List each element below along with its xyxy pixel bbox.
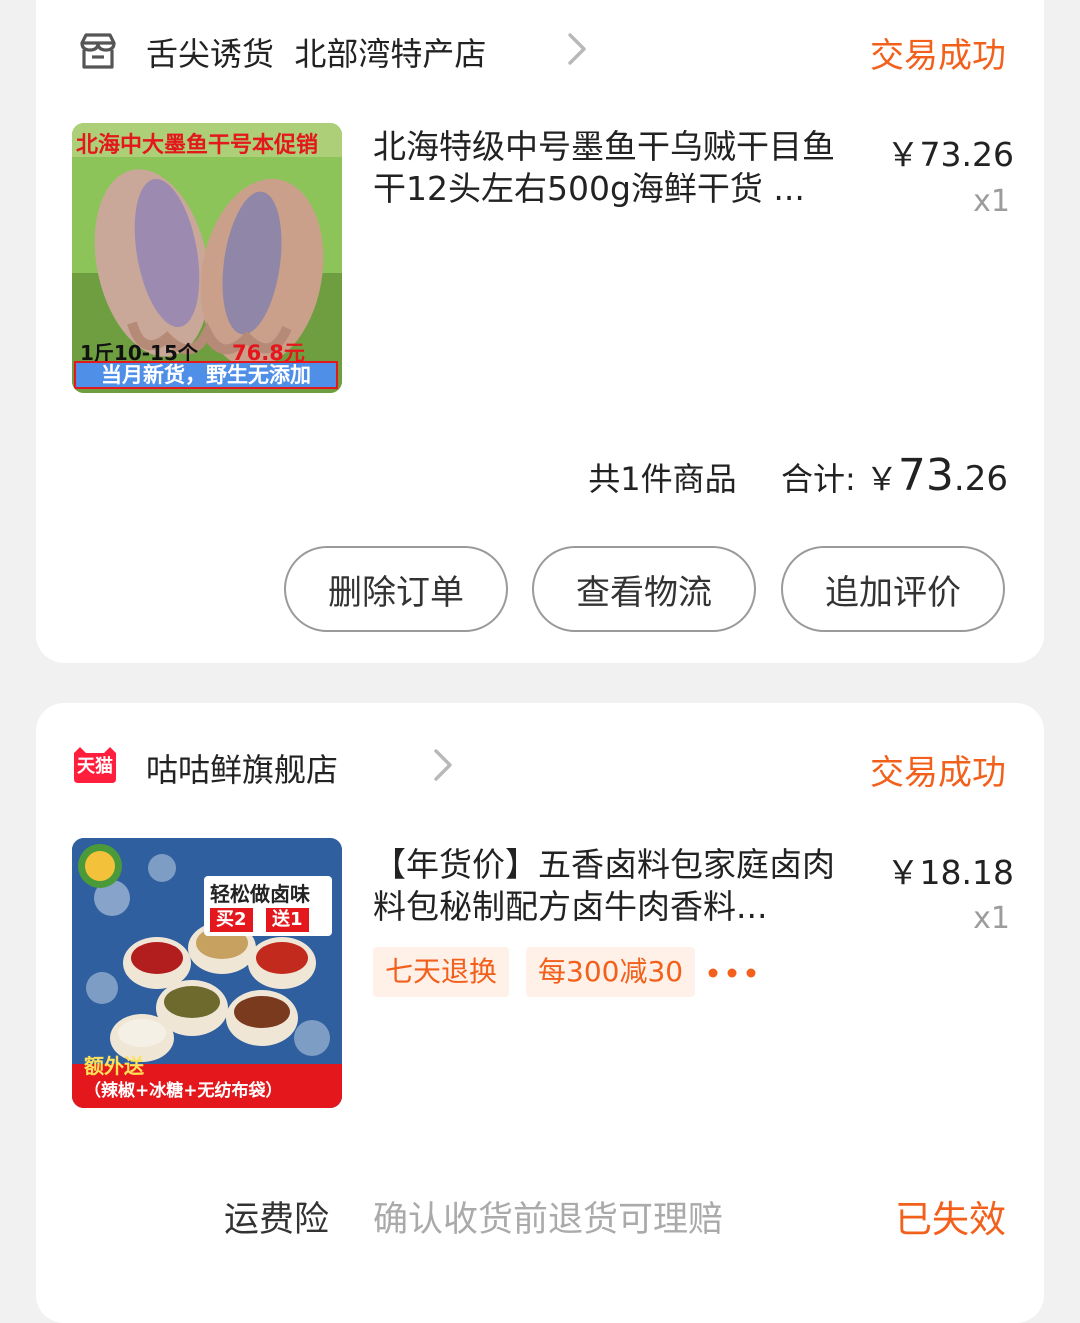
product-image[interactable]: 轻松做卤味 买2 送1 额外送 （辣椒+冰糖+无纺布袋） (72, 838, 342, 1108)
image-headline: 轻松做卤味 (210, 882, 310, 906)
insurance-desc: 确认收货前退货可理赔 (373, 1200, 724, 1240)
insurance-status: 已失效 (895, 1198, 1006, 1241)
image-extra-band: 额外送 （辣椒+冰糖+无纺布袋） (72, 1054, 342, 1108)
shop-name[interactable]: 咕咕鲜旗舰店 (146, 745, 338, 791)
chevron-right-icon (430, 743, 456, 791)
shop-header[interactable]: 舌尖诱货 北部湾特产店 (76, 25, 636, 79)
product-price: ￥73.26 (886, 135, 1014, 174)
order-card-2: 天猫 咕咕鲜旗舰店 交易成功 轻松做卤味 买2 送1 额外送 （辣椒+冰糖+无纺… (36, 703, 1044, 1323)
product-quantity: x1 (973, 184, 1010, 219)
image-footer: 当月新货，野生无添加 (101, 363, 311, 387)
total-decimal: .26 (953, 459, 1008, 499)
order-status: 交易成功 (870, 753, 1006, 793)
view-logistics-button[interactable]: 查看物流 (532, 546, 756, 632)
image-extra-title: 额外送 (84, 1054, 144, 1078)
shop-name[interactable]: 舌尖诱货 北部湾特产店 (146, 29, 486, 75)
image-promo-buy: 买2 (210, 908, 253, 932)
shop-header[interactable]: 天猫 咕咕鲜旗舰店 (70, 741, 490, 795)
more-dots-icon[interactable] (706, 965, 758, 984)
total-integer: 73 (897, 450, 954, 501)
chevron-right-icon (564, 27, 590, 77)
delete-order-button[interactable]: 删除订单 (284, 546, 508, 632)
image-banner: 北海中大墨鱼干号本促销 (76, 133, 319, 158)
insurance-label: 运费险 (224, 1200, 330, 1240)
image-headline-box: 轻松做卤味 买2 送1 (204, 876, 332, 936)
return-policy-tag: 七天退换 (373, 947, 510, 997)
item-count: 共1件商品 (588, 460, 737, 498)
product-title[interactable]: 【年货价】五香卤料包家庭卤肉料包秘制配方卤牛肉香料... (373, 844, 853, 928)
order-status: 交易成功 (870, 36, 1006, 76)
product-price: ￥18.18 (886, 853, 1014, 892)
discount-tag: 每300减30 (526, 947, 696, 997)
product-title[interactable]: 北海特级中号墨鱼干乌贼干目鱼干12头左右500g海鲜干货 ... (373, 126, 853, 210)
product-image[interactable]: 北海中大墨鱼干号本促销 1斤10-15个 76.8元 当月新货，野生无添加 (72, 123, 342, 393)
total-currency: ￥ (865, 460, 898, 498)
order-summary: 共1件商品 合计: ￥73.26 (588, 450, 1008, 501)
order-card-1: 舌尖诱货 北部湾特产店 交易成功 北海中大墨鱼干号本促销 1斤10-15个 76… (36, 0, 1044, 663)
total-label: 合计: (780, 460, 856, 498)
image-promo-get: 送1 (266, 908, 309, 932)
store-icon (76, 29, 120, 77)
tmall-icon: 天猫 (70, 745, 120, 785)
product-quantity: x1 (973, 901, 1010, 936)
add-review-button[interactable]: 追加评价 (781, 546, 1005, 632)
image-footer-band: 当月新货，野生无添加 (74, 361, 338, 389)
tmall-badge: 天猫 (77, 756, 113, 777)
image-extra-detail: （辣椒+冰糖+无纺布袋） (84, 1081, 283, 1101)
